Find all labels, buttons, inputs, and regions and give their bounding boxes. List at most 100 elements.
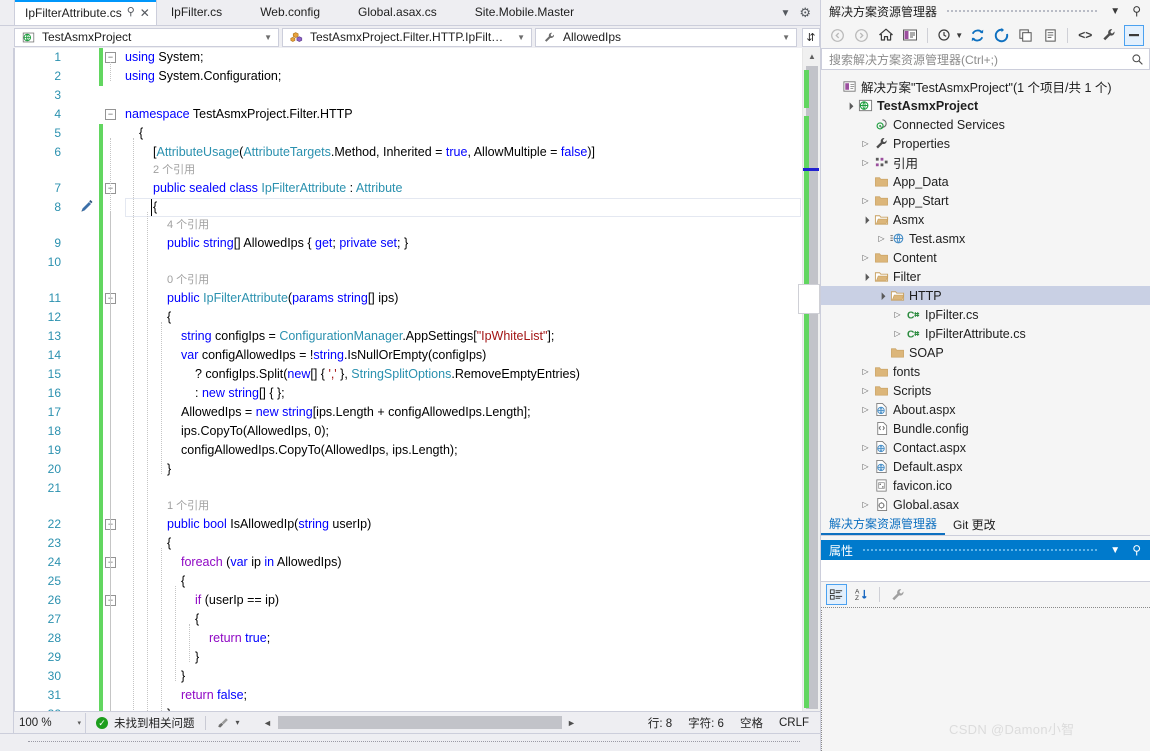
- code-line[interactable]: public string[] AllowedIps { get; privat…: [167, 234, 408, 253]
- tree-node[interactable]: App_Data: [821, 172, 1150, 191]
- code-line[interactable]: if (userIp == ip): [195, 591, 279, 610]
- pin-icon[interactable]: ⚲: [1129, 543, 1144, 557]
- code-line[interactable]: configAllowedIps.CopyTo(AllowedIps, ips.…: [181, 441, 458, 460]
- collapse-all-icon[interactable]: [1016, 25, 1036, 46]
- tree-node-selected[interactable]: ◢ HTTP: [821, 286, 1150, 305]
- back-icon[interactable]: [827, 25, 847, 46]
- tree-node[interactable]: favicon.ico: [821, 476, 1150, 495]
- show-all-files-icon[interactable]: <>: [1075, 25, 1095, 46]
- zoom-level-dropdown[interactable]: 100 % ▾: [14, 712, 86, 733]
- tree-node[interactable]: ▷ Scripts: [821, 381, 1150, 400]
- split-editor-button[interactable]: ⇵: [802, 27, 820, 47]
- refresh-icon[interactable]: [967, 25, 987, 46]
- code-line[interactable]: foreach (var ip in AllowedIps): [181, 553, 342, 572]
- code-line[interactable]: {: [181, 572, 185, 591]
- chevron-down-icon[interactable]: ▾: [77, 719, 81, 727]
- expander-collapsed-icon[interactable]: ▷: [859, 196, 872, 205]
- title-grip[interactable]: [947, 10, 1098, 12]
- preview-selected-icon[interactable]: [1123, 24, 1144, 46]
- line-ending-label[interactable]: CRLF: [779, 717, 809, 729]
- panel-tab[interactable]: Git 更改: [945, 514, 1004, 535]
- panel-tab[interactable]: 解决方案资源管理器: [821, 514, 946, 535]
- codelens-reference-count[interactable]: 4 个引用: [167, 217, 209, 234]
- pending-changes-icon[interactable]: [935, 25, 955, 46]
- properties-window-icon[interactable]: [1040, 25, 1060, 46]
- title-grip[interactable]: [863, 549, 1098, 551]
- expander-collapsed-icon[interactable]: ▷: [859, 158, 872, 167]
- code-line[interactable]: return false;: [181, 686, 247, 705]
- code-line[interactable]: var configAllowedIps = !string.IsNullOrE…: [181, 346, 486, 365]
- code-line[interactable]: AllowedIps = new string[ips.Length + con…: [181, 403, 531, 422]
- code-line[interactable]: {: [167, 308, 171, 327]
- solution-view-icon[interactable]: [900, 25, 920, 46]
- tree-node[interactable]: ▷ C IpFilterAttribute.cs: [821, 324, 1150, 343]
- tree-node[interactable]: ▷ About.aspx: [821, 400, 1150, 419]
- code-line[interactable]: {: [195, 610, 199, 629]
- docked-tool-strip[interactable]: [0, 0, 14, 733]
- code-line[interactable]: ips.CopyTo(AllowedIps, 0);: [181, 422, 329, 441]
- tab-close-icon[interactable]: ✕: [140, 7, 150, 19]
- document-tab[interactable]: IpFilterAttribute.cs ⚲ ✕: [14, 0, 157, 25]
- tab-pin-icon[interactable]: ⚲: [127, 7, 135, 18]
- code-line[interactable]: string configIps = ConfigurationManager.…: [181, 327, 554, 346]
- codelens-reference-count[interactable]: 2 个引用: [153, 162, 195, 179]
- navbar-project-dropdown[interactable]: TestAsmxProject ▼: [14, 27, 279, 47]
- search-icon[interactable]: [1131, 53, 1144, 66]
- document-tab[interactable]: Site.Mobile.Master: [461, 0, 598, 25]
- code-line[interactable]: using System.Configuration;: [125, 67, 281, 86]
- tree-node[interactable]: ▷ App_Start: [821, 191, 1150, 210]
- tree-node[interactable]: Connected Services: [821, 115, 1150, 134]
- code-line[interactable]: [AttributeUsage(AttributeTargets.Method,…: [153, 143, 595, 162]
- search-input[interactable]: 搜索解决方案资源管理器(Ctrl+;): [829, 51, 1131, 68]
- tree-node[interactable]: ▷ C IpFilter.cs: [821, 305, 1150, 324]
- code-line[interactable]: : new string[] { };: [195, 384, 285, 403]
- broom-icon[interactable]: [216, 716, 230, 730]
- tree-node[interactable]: ▷ Content: [821, 248, 1150, 267]
- chevron-down-icon[interactable]: ▼: [955, 31, 963, 40]
- document-tab[interactable]: Global.asax.cs: [344, 0, 461, 25]
- expander-collapsed-icon[interactable]: ▷: [859, 367, 872, 376]
- expander-collapsed-icon[interactable]: ▷: [859, 386, 872, 395]
- document-tab[interactable]: Web.config: [246, 0, 344, 25]
- code-line[interactable]: public IpFilterAttribute(params string[]…: [167, 289, 398, 308]
- fold-toggle[interactable]: −: [105, 109, 116, 120]
- expander-collapsed-icon[interactable]: ▷: [859, 500, 872, 509]
- tree-node[interactable]: ◢ Filter: [821, 267, 1150, 286]
- fold-margin[interactable]: − − − − − − −: [103, 48, 121, 711]
- expander-collapsed-icon[interactable]: ▷: [891, 329, 904, 338]
- expander-collapsed-icon[interactable]: ▷: [875, 234, 888, 243]
- tree-node[interactable]: ▷ Properties: [821, 134, 1150, 153]
- code-line[interactable]: }: [167, 460, 171, 479]
- document-tab[interactable]: IpFilter.cs: [157, 0, 246, 25]
- tree-node[interactable]: ▷ 引用: [821, 153, 1150, 172]
- editor-horizontal-scrollbar[interactable]: ◄ ►: [262, 716, 578, 729]
- tree-node[interactable]: ◢ Asmx: [821, 210, 1150, 229]
- solution-tree[interactable]: 解决方案"TestAsmxProject"(1 个项目/共 1 个) ◢ TestA…: [821, 77, 1150, 514]
- tree-node[interactable]: ▷ Test.asmx: [821, 229, 1150, 248]
- expander-collapsed-icon[interactable]: ▷: [859, 139, 872, 148]
- code-line[interactable]: {: [167, 534, 171, 553]
- code-line[interactable]: }: [181, 667, 185, 686]
- expander-expanded-icon[interactable]: ◢: [842, 98, 857, 113]
- home-icon[interactable]: [876, 25, 896, 46]
- chevron-down-icon[interactable]: ▼: [778, 33, 794, 42]
- chevron-down-icon[interactable]: ▼: [260, 33, 276, 42]
- property-pages-icon[interactable]: [887, 584, 908, 605]
- code-line[interactable]: return true;: [209, 629, 270, 648]
- codelens-reference-count[interactable]: 1 个引用: [167, 498, 209, 515]
- code-content[interactable]: − − − − − − − 1 using System; 2 using System.Conf…: [15, 48, 820, 711]
- code-line[interactable]: using System;: [125, 48, 204, 67]
- chevron-down-icon[interactable]: ▼: [513, 33, 529, 42]
- indentation-label[interactable]: 空格: [740, 715, 763, 731]
- panel-menu-icon[interactable]: ▼: [1107, 545, 1123, 556]
- tree-node[interactable]: ▷ Global.asax: [821, 495, 1150, 514]
- expander-collapsed-icon[interactable]: ▷: [859, 405, 872, 414]
- tree-node[interactable]: ▷ Default.aspx: [821, 457, 1150, 476]
- codelens-reference-count[interactable]: 0 个引用: [167, 272, 209, 289]
- code-line[interactable]: namespace TestAsmxProject.Filter.HTTP: [125, 105, 353, 124]
- properties-object-selector[interactable]: [821, 560, 1150, 582]
- tab-overflow-icon[interactable]: ▼: [780, 8, 790, 19]
- expander-collapsed-icon[interactable]: ▷: [859, 443, 872, 452]
- tree-node[interactable]: ◢ TestAsmxProject: [821, 96, 1150, 115]
- expander-expanded-icon[interactable]: ◢: [874, 288, 889, 303]
